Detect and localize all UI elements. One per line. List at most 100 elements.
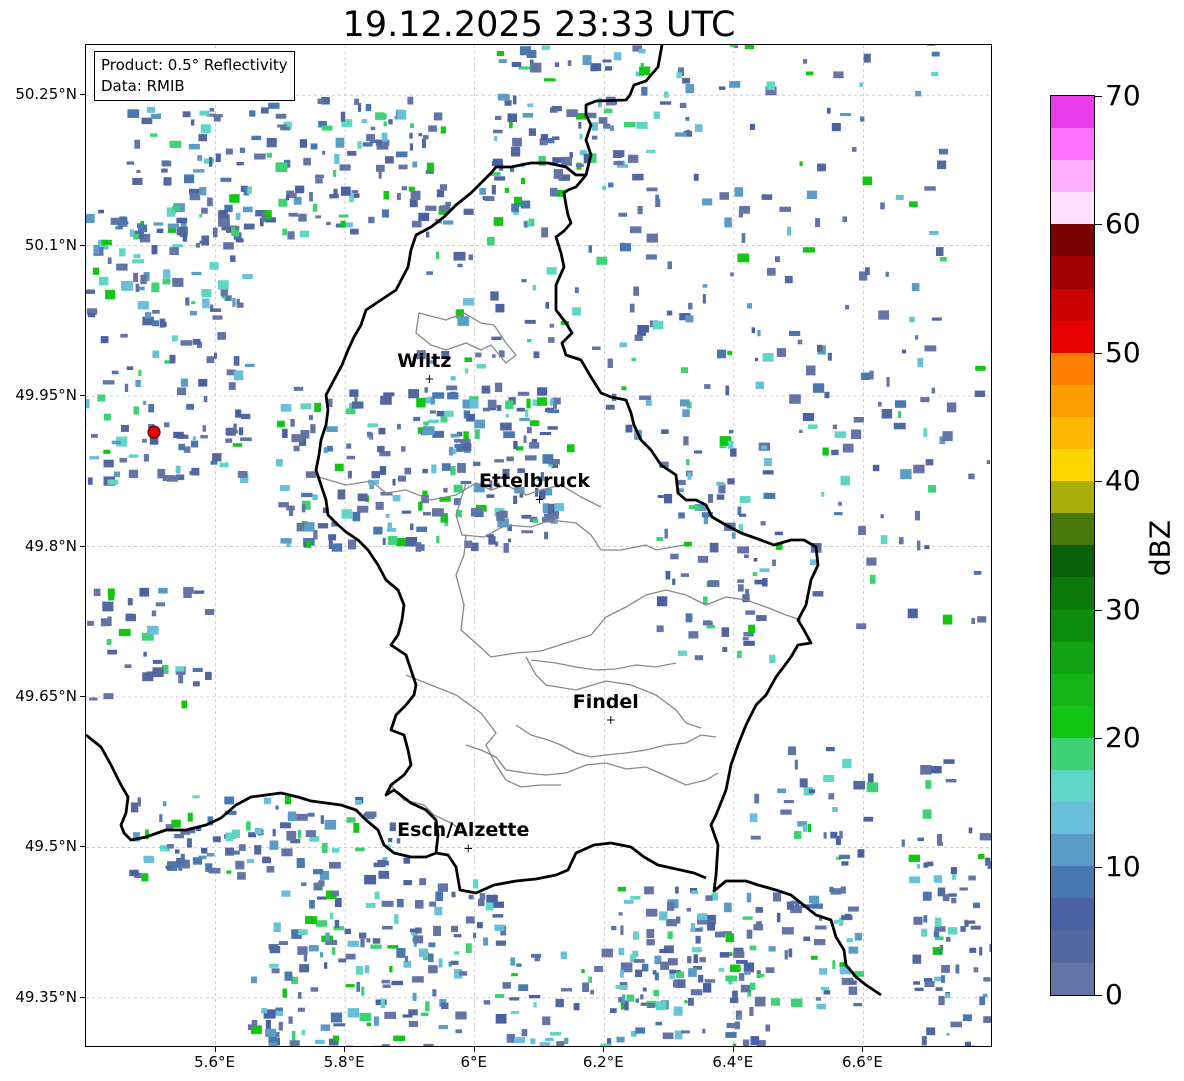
echo-pixel bbox=[346, 817, 356, 823]
echo-pixel bbox=[914, 510, 920, 521]
echo-pixel bbox=[172, 206, 180, 211]
echo-pixel bbox=[496, 405, 502, 411]
echo-pixel bbox=[959, 887, 968, 891]
lat-tick-label: 50.25°N bbox=[15, 85, 77, 104]
echo-pixel bbox=[789, 394, 801, 404]
echo-pixel bbox=[209, 262, 219, 270]
echo-pixel bbox=[351, 190, 359, 194]
echo-pixel bbox=[756, 974, 765, 978]
echo-pixel bbox=[730, 448, 737, 457]
echo-pixel bbox=[286, 830, 297, 841]
colorbar-segment bbox=[1051, 384, 1094, 417]
echo-pixel bbox=[422, 469, 428, 474]
echo-pixel bbox=[834, 919, 844, 924]
lat-tick-label: 49.5°N bbox=[24, 837, 77, 856]
echo-pixel bbox=[350, 228, 359, 235]
echo-pixel bbox=[174, 833, 184, 839]
echo-pixel bbox=[305, 916, 317, 924]
echo-pixel bbox=[332, 1035, 340, 1042]
echo-pixel bbox=[505, 414, 509, 418]
echo-pixel bbox=[917, 837, 925, 842]
echo-pixel bbox=[450, 433, 460, 438]
echo-pixel bbox=[931, 387, 936, 394]
echo-pixel bbox=[895, 400, 907, 408]
echo-pixel bbox=[532, 285, 536, 291]
echo-pixel bbox=[698, 974, 704, 983]
echo-pixel bbox=[738, 584, 744, 592]
echo-pixel bbox=[383, 121, 388, 127]
echo-pixel bbox=[561, 988, 573, 992]
echo-pixel bbox=[187, 812, 193, 822]
echo-pixel bbox=[323, 447, 328, 454]
echo-pixel bbox=[682, 409, 690, 417]
echo-pixel bbox=[525, 409, 529, 418]
echo-pixel bbox=[688, 505, 701, 510]
echo-pixel bbox=[366, 431, 372, 437]
echo-pixel bbox=[87, 620, 94, 626]
echo-pixel bbox=[468, 894, 474, 900]
echo-pixel bbox=[473, 511, 484, 518]
echo-pixel bbox=[427, 419, 439, 424]
echo-pixel bbox=[192, 667, 203, 672]
echo-pixel bbox=[638, 48, 646, 54]
echo-pixel bbox=[374, 112, 385, 120]
echo-pixel bbox=[438, 958, 443, 968]
echo-pixel bbox=[550, 187, 558, 197]
echo-pixel bbox=[662, 1032, 674, 1040]
echo-pixel bbox=[87, 477, 93, 485]
echo-pixel bbox=[90, 434, 98, 438]
echo-pixel bbox=[281, 890, 291, 897]
echo-pixel bbox=[418, 212, 430, 221]
echo-pixel bbox=[769, 654, 776, 664]
echo-pixel bbox=[357, 493, 368, 502]
echo-pixel bbox=[334, 919, 340, 928]
echo-pixel bbox=[626, 995, 632, 999]
echo-pixel bbox=[594, 966, 604, 972]
echo-pixel bbox=[429, 410, 436, 414]
echo-pixel bbox=[605, 404, 615, 410]
echo-pixel bbox=[637, 325, 649, 333]
echo-pixel bbox=[497, 93, 510, 101]
echo-pixel bbox=[188, 143, 200, 150]
echo-pixel bbox=[788, 948, 793, 958]
echo-pixel bbox=[734, 1021, 740, 1030]
colorbar-segment bbox=[1051, 160, 1094, 193]
echo-pixel bbox=[775, 256, 781, 263]
echo-pixel bbox=[667, 261, 672, 270]
echo-pixel bbox=[550, 398, 554, 406]
echo-pixel bbox=[518, 984, 529, 991]
echo-pixel bbox=[254, 845, 262, 855]
echo-pixel bbox=[486, 894, 498, 903]
echo-pixel bbox=[827, 107, 831, 114]
echo-pixel bbox=[422, 138, 426, 149]
echo-pixel bbox=[854, 932, 862, 941]
echo-pixel bbox=[180, 853, 185, 863]
echo-pixel bbox=[446, 385, 458, 391]
echo-pixel bbox=[542, 1016, 551, 1026]
echo-pixel bbox=[175, 849, 180, 854]
echo-pixel bbox=[686, 908, 691, 912]
map-canvas: + + + + bbox=[86, 45, 991, 1046]
echo-pixel bbox=[717, 349, 727, 359]
echo-pixel bbox=[915, 335, 919, 340]
echo-pixel bbox=[286, 543, 291, 548]
echo-pixel bbox=[382, 537, 386, 545]
echo-pixel bbox=[779, 206, 791, 212]
echo-pixel bbox=[549, 323, 555, 328]
echo-pixel bbox=[702, 294, 706, 304]
echo-pixel bbox=[300, 403, 312, 410]
echo-pixel bbox=[424, 387, 428, 393]
echo-pixel bbox=[233, 370, 244, 381]
echo-pixel bbox=[742, 637, 749, 641]
echo-pixel bbox=[152, 667, 164, 678]
echo-pixel bbox=[682, 77, 691, 84]
echo-pixel bbox=[143, 855, 155, 862]
echo-pixel bbox=[708, 494, 713, 503]
echo-pixel bbox=[121, 281, 134, 291]
echo-pixel bbox=[753, 558, 758, 562]
radar-map: + + + + bbox=[85, 44, 992, 1047]
echo-pixel bbox=[239, 844, 246, 851]
echo-pixel bbox=[97, 394, 106, 402]
echo-pixel bbox=[516, 963, 522, 967]
echo-pixel bbox=[349, 389, 359, 397]
